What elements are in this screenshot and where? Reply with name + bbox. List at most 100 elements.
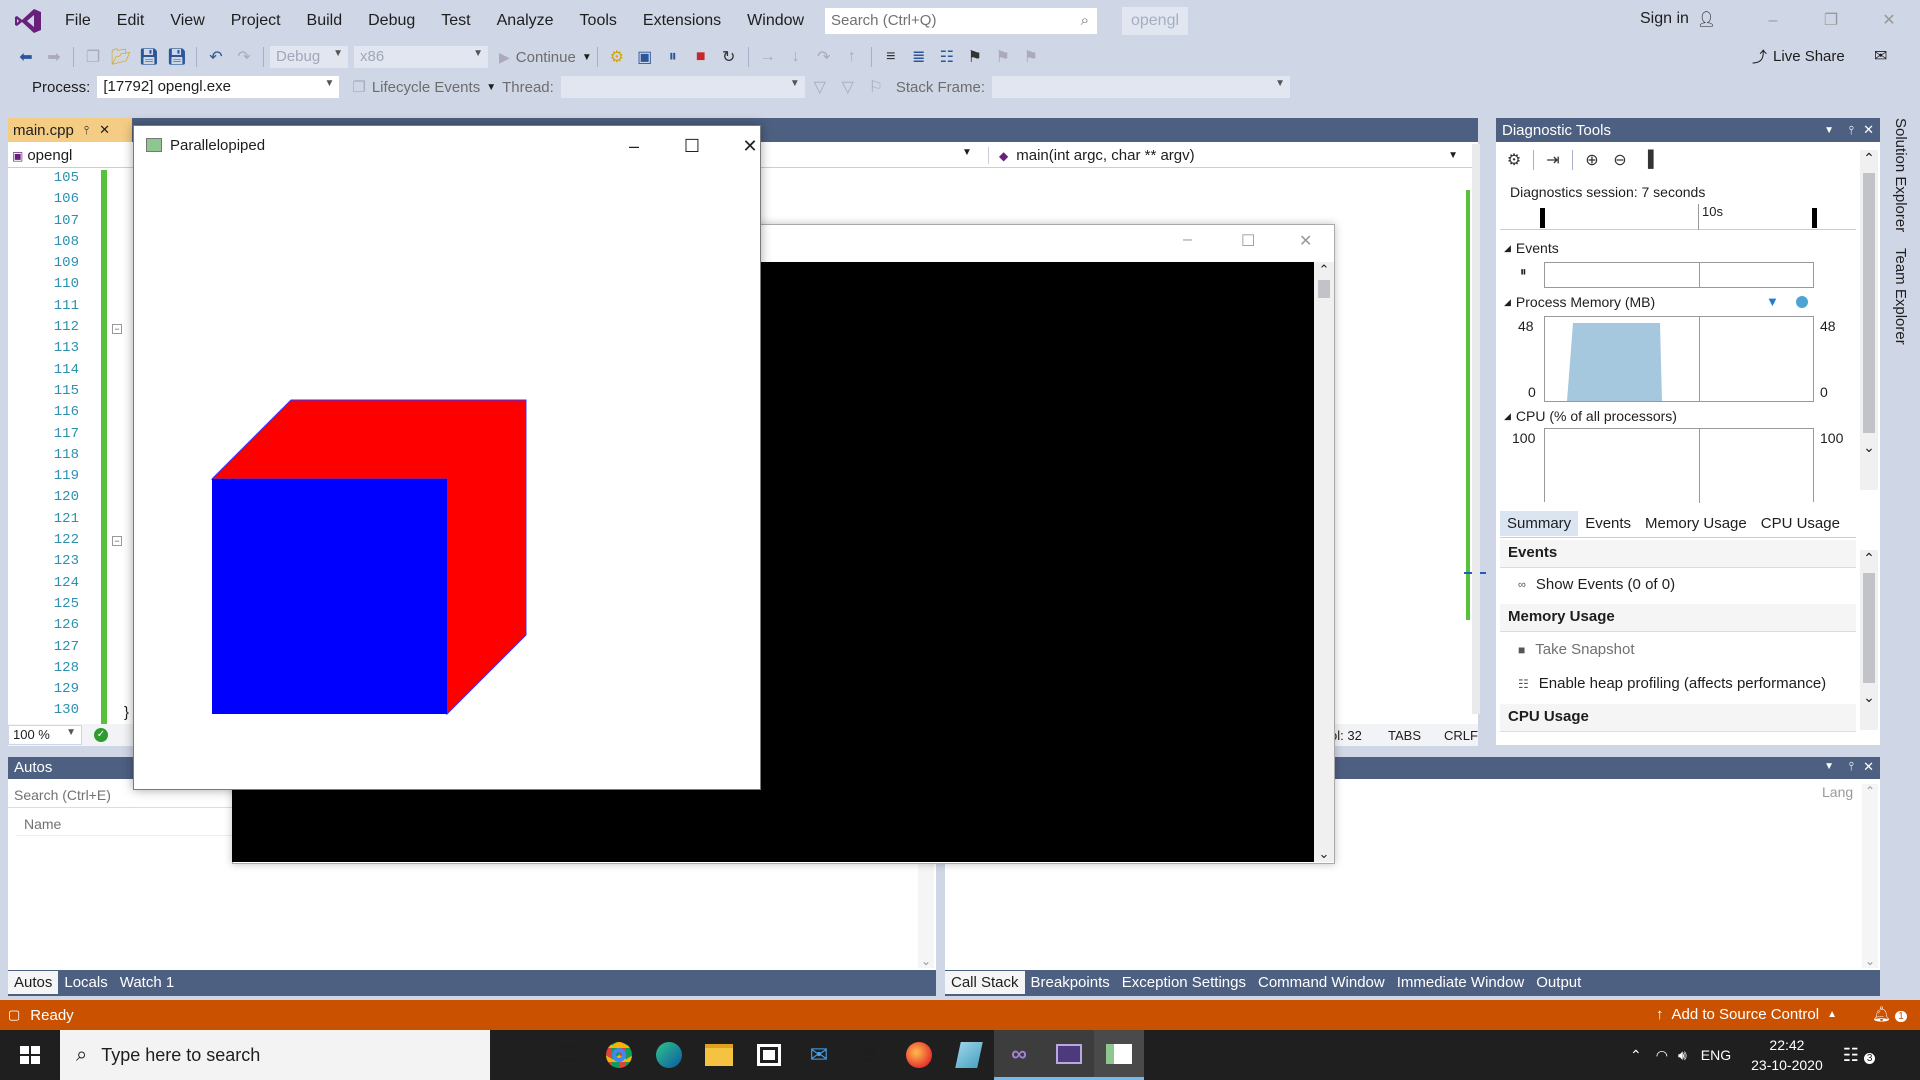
hex-display-icon[interactable]: ≡ bbox=[880, 46, 902, 68]
team-explorer-tab[interactable]: Team Explorer bbox=[1892, 248, 1909, 345]
pin-icon[interactable]: ⫯ bbox=[84, 123, 89, 138]
scrollbar-thumb[interactable] bbox=[1318, 280, 1330, 298]
memory-graph[interactable] bbox=[1544, 316, 1814, 402]
editor-vertical-scrollbar[interactable] bbox=[1472, 144, 1480, 714]
show-next-statement-icon[interactable]: → bbox=[757, 46, 779, 68]
zoom-select[interactable]: 100 % ▼ bbox=[8, 725, 82, 745]
edge-icon[interactable] bbox=[644, 1030, 694, 1080]
cortana-icon[interactable]: ○ bbox=[494, 1030, 544, 1080]
tab-command-window[interactable]: Command Window bbox=[1252, 971, 1391, 994]
search-input[interactable]: Search (Ctrl+Q) ⌕ bbox=[824, 7, 1098, 35]
tabs-indicator[interactable]: TABS bbox=[1388, 728, 1421, 743]
opengl-window[interactable]: Parallelopiped – ☐ ✕ bbox=[133, 125, 761, 790]
tab-locals[interactable]: Locals bbox=[58, 971, 113, 994]
file-explorer-icon[interactable] bbox=[694, 1030, 744, 1080]
show-events-link[interactable]: ∞ Show Events (0 of 0) bbox=[1518, 576, 1675, 593]
pin-icon[interactable]: ⫯ bbox=[1849, 123, 1854, 138]
platform-select[interactable]: x86 ▼ bbox=[353, 45, 489, 69]
stop-icon[interactable]: ■ bbox=[690, 46, 712, 68]
chart-icon[interactable]: ▐ bbox=[1637, 149, 1659, 171]
tab-output[interactable]: Output bbox=[1530, 971, 1587, 994]
menu-build[interactable]: Build bbox=[294, 0, 356, 42]
clock[interactable]: 22:42 23-10-2020 bbox=[1751, 1035, 1823, 1075]
chevron-up-icon[interactable]: ⌃ bbox=[1860, 550, 1878, 567]
feedback-icon[interactable]: ✉ bbox=[1874, 46, 1887, 66]
bookmark-icon[interactable]: ⚑ bbox=[964, 46, 986, 68]
chevron-down-icon[interactable]: ▼ bbox=[1824, 125, 1834, 136]
wifi-icon[interactable]: ◠ bbox=[1656, 1047, 1668, 1064]
project-scope-select[interactable]: ▣ opengl bbox=[12, 147, 72, 164]
undo-icon[interactable]: ↶ bbox=[205, 46, 227, 68]
pin-icon[interactable]: ⫯ bbox=[1849, 759, 1854, 774]
start-button[interactable] bbox=[0, 1030, 60, 1080]
sign-in-button[interactable]: Sign in 👤︎ bbox=[1640, 10, 1716, 28]
menu-test[interactable]: Test bbox=[428, 0, 483, 42]
live-share-button[interactable]: ⤴ Live Share bbox=[1752, 46, 1845, 67]
language-indicator[interactable]: ENG bbox=[1701, 1047, 1731, 1063]
line-ending-indicator[interactable]: CRLF bbox=[1444, 728, 1478, 743]
configuration-select[interactable]: Debug ▼ bbox=[269, 45, 349, 69]
new-project-icon[interactable]: ❐ bbox=[82, 46, 104, 68]
continue-button[interactable]: ▶ Continue ▼ bbox=[499, 49, 592, 66]
tab-autos[interactable]: Autos bbox=[8, 970, 59, 994]
cpu-graph[interactable] bbox=[1544, 428, 1814, 503]
bookmark-prev-icon[interactable]: ⚑ bbox=[992, 46, 1014, 68]
minimize-button[interactable]: – bbox=[1183, 231, 1192, 249]
redo-icon[interactable]: ↷ bbox=[233, 46, 255, 68]
chevron-down-icon[interactable]: ⌄ bbox=[918, 954, 934, 968]
events-section-header[interactable]: ◢ Events bbox=[1504, 240, 1559, 256]
close-button[interactable]: ✕ bbox=[1299, 231, 1312, 251]
attach-icon[interactable]: ⚙ bbox=[606, 46, 628, 68]
threads-icon[interactable]: ≣ bbox=[908, 46, 930, 68]
mail-icon[interactable]: ✉ bbox=[794, 1030, 844, 1080]
zoom-out-icon[interactable]: ⊖ bbox=[1609, 149, 1631, 171]
menu-project[interactable]: Project bbox=[218, 0, 294, 42]
console-scrollbar[interactable]: ⌃ ⌄ bbox=[1314, 262, 1334, 862]
visual-studio-icon[interactable]: ∞ bbox=[994, 1030, 1044, 1080]
collapse-icon[interactable]: − bbox=[112, 324, 122, 334]
step-over-icon[interactable]: ↷ bbox=[813, 46, 835, 68]
tab-breakpoints[interactable]: Breakpoints bbox=[1025, 971, 1116, 994]
save-icon[interactable]: 💾︎ bbox=[138, 46, 160, 68]
close-button[interactable]: ✕ bbox=[1866, 8, 1912, 34]
flag-threads-icon[interactable]: ⚐ bbox=[865, 76, 887, 98]
chevron-down-icon[interactable]: ⌄ bbox=[1860, 439, 1878, 456]
tab-immediate-window[interactable]: Immediate Window bbox=[1391, 971, 1531, 994]
minimize-button[interactable]: – bbox=[614, 134, 654, 158]
open-file-icon[interactable]: 📂︎ bbox=[110, 46, 132, 68]
menu-extensions[interactable]: Extensions bbox=[630, 0, 734, 42]
notepad-icon[interactable] bbox=[944, 1030, 994, 1080]
console-app-icon[interactable] bbox=[1044, 1030, 1094, 1080]
timeline-ruler[interactable]: 10s bbox=[1500, 204, 1856, 230]
opengl-window-titlebar[interactable]: Parallelopiped – ☐ ✕ bbox=[134, 126, 760, 164]
collapse-icon[interactable]: − bbox=[112, 536, 122, 546]
zoom-in-icon[interactable]: ⊕ bbox=[1581, 149, 1603, 171]
screenshot-icon[interactable]: ▣ bbox=[634, 46, 656, 68]
take-snapshot-button[interactable]: ■ Take Snapshot bbox=[1518, 641, 1635, 658]
close-icon[interactable]: ✕ bbox=[1863, 122, 1874, 138]
minimize-button[interactable]: – bbox=[1750, 8, 1796, 34]
call-stack-scrollbar[interactable]: ⌃ ⌄ bbox=[1862, 784, 1878, 968]
back-icon[interactable]: ⬅ bbox=[15, 46, 37, 68]
tab-main-cpp[interactable]: main.cpp ⫯ ✕ bbox=[8, 118, 132, 142]
stack-frame-select[interactable]: ▼ bbox=[991, 75, 1291, 99]
no-issues-icon[interactable]: ✓ bbox=[94, 728, 108, 742]
maximize-button[interactable]: ❐ bbox=[1808, 8, 1854, 34]
pause-icon[interactable]: ⏸︎ bbox=[1520, 264, 1527, 280]
filter-icon[interactable]: ▽ bbox=[809, 76, 831, 98]
chevron-up-icon[interactable]: ⌃ bbox=[1862, 784, 1878, 798]
menu-tools[interactable]: Tools bbox=[567, 0, 630, 42]
volume-icon[interactable]: 🔊︎ bbox=[1678, 1047, 1687, 1064]
function-scope-select[interactable]: ◆ main(int argc, char ** argv) ▼ bbox=[988, 147, 1474, 164]
add-to-source-control-button[interactable]: ↑ Add to Source Control ▲ bbox=[1656, 1006, 1837, 1023]
restart-icon[interactable]: ↻ bbox=[718, 46, 740, 68]
chevron-up-icon[interactable]: ⌃ bbox=[1314, 262, 1334, 278]
forward-icon[interactable]: ➡ bbox=[43, 46, 65, 68]
opengl-app-icon[interactable] bbox=[1094, 1030, 1144, 1080]
menu-edit[interactable]: Edit bbox=[104, 0, 158, 42]
lifecycle-events-button[interactable]: ❐ Lifecycle Events ▼ bbox=[352, 78, 496, 97]
tab-call-stack[interactable]: Call Stack bbox=[945, 970, 1025, 994]
store-icon[interactable] bbox=[744, 1030, 794, 1080]
tab-memory-usage[interactable]: Memory Usage bbox=[1638, 511, 1754, 536]
timeline-start-handle[interactable] bbox=[1540, 208, 1545, 228]
